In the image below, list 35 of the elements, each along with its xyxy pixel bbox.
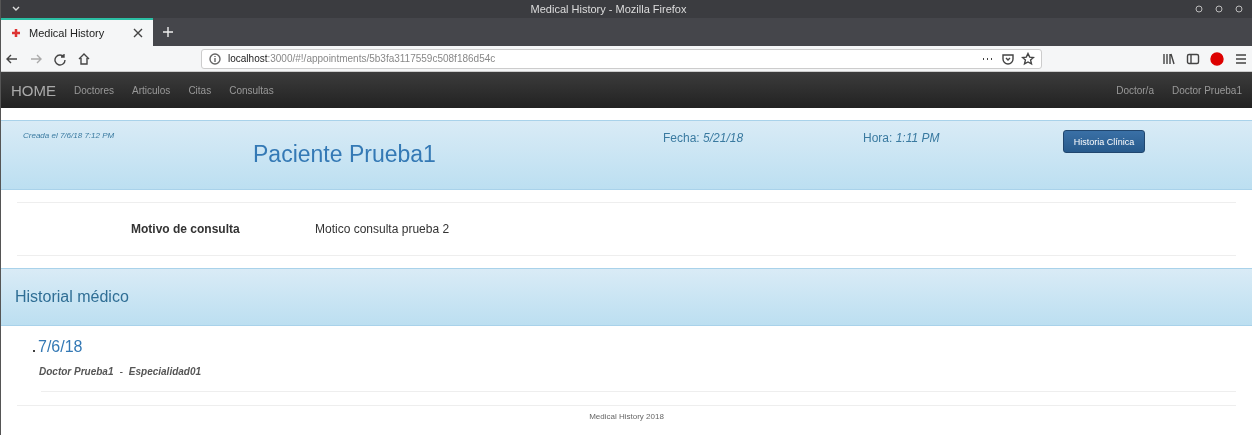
- new-tab-icon[interactable]: [161, 25, 175, 39]
- library-icon[interactable]: [1162, 51, 1176, 66]
- reason-label: Motivo de consulta: [131, 222, 241, 236]
- browser-tab[interactable]: Medical History: [1, 18, 153, 46]
- window-controls-icon[interactable]: [1194, 4, 1244, 14]
- reason-value: Motico consulta prueba 2: [315, 222, 450, 236]
- appointment-time: Hora: 1:11 PM: [863, 131, 941, 147]
- info-icon[interactable]: [208, 51, 222, 66]
- window-title: Medical History - Mozilla Firefox: [530, 3, 687, 15]
- separator: -: [119, 366, 123, 377]
- section-title: Historial médico: [15, 288, 129, 306]
- menu-icon[interactable]: [1234, 51, 1248, 66]
- reload-icon[interactable]: [53, 51, 67, 66]
- home-link[interactable]: HOME: [11, 81, 56, 99]
- nav-link[interactable]: Doctores: [74, 84, 114, 96]
- nav-link[interactable]: Articulos: [132, 84, 171, 96]
- nav-link[interactable]: Consultas: [229, 84, 274, 96]
- created-date: Creada el 7/6/18 7:12 PM: [23, 131, 116, 142]
- home-icon[interactable]: [77, 51, 91, 66]
- pocket-icon[interactable]: [1001, 51, 1015, 66]
- specialty: Especialidad01: [128, 366, 202, 377]
- sidebar-icon[interactable]: [1186, 51, 1200, 66]
- history-date-link[interactable]: 7/6/18: [38, 338, 83, 356]
- nav-link[interactable]: Citas: [188, 84, 212, 96]
- clinical-history-button[interactable]: Historia Clínica: [1063, 130, 1145, 153]
- address-field[interactable]: localhost:3000/#!/appointments/5b3fa3117559c508f186d54c: [201, 48, 1042, 69]
- doctor-name: Doctor Prueba1: [39, 366, 114, 377]
- nav-link[interactable]: Doctor Prueba1: [1171, 84, 1242, 96]
- close-icon[interactable]: [131, 26, 145, 40]
- appointment-date: Fecha: 5/21/18: [663, 131, 745, 147]
- footer-text: Medical History 2018: [589, 412, 664, 421]
- star-icon[interactable]: [1021, 51, 1035, 66]
- nav-link[interactable]: Doctor/a: [1116, 84, 1154, 96]
- patient-name: Paciente Prueba1: [253, 141, 437, 169]
- cross-icon: [9, 26, 23, 40]
